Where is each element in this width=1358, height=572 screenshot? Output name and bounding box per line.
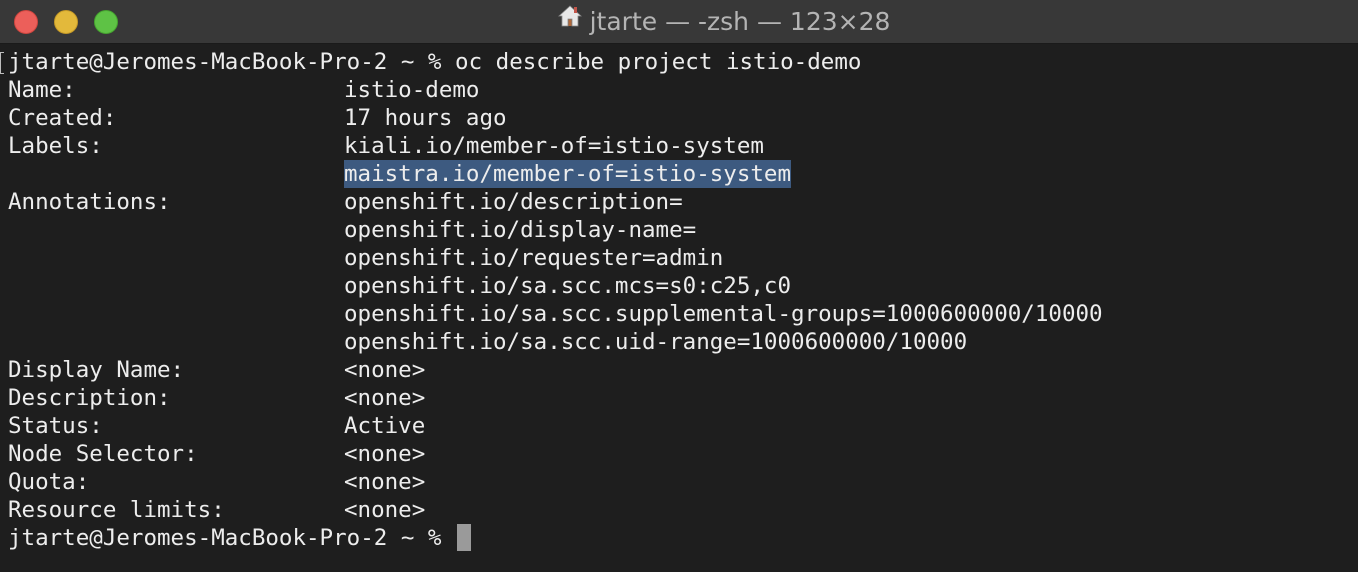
field-label: Labels: xyxy=(8,133,103,159)
output-line: Description: <none> xyxy=(8,384,425,412)
output-line: Status: Active xyxy=(8,412,425,440)
title-bar[interactable]: jtarte — -zsh — 123×28 xyxy=(0,0,1358,44)
field-label: Display Name: xyxy=(8,357,185,383)
field-label: Resource limits: xyxy=(8,497,225,523)
output-line: Quota: <none> xyxy=(8,468,425,496)
field-label: Description: xyxy=(8,385,171,411)
field-label: Quota: xyxy=(8,469,90,495)
terminal-window: jtarte — -zsh — 123×28 jtarte@Jeromes-Ma… xyxy=(0,0,1358,572)
field-label: Name: xyxy=(8,77,76,103)
command-line: jtarte@Jeromes-MacBook-Pro-2 ~ % oc desc… xyxy=(8,48,861,76)
output-line: Created: 17 hours ago xyxy=(8,104,507,132)
prompt-text: jtarte@Jeromes-MacBook-Pro-2 ~ % xyxy=(8,525,456,551)
field-label: Annotations: xyxy=(8,189,171,215)
mark-bracket xyxy=(0,52,4,74)
output-line: Display Name: <none> xyxy=(8,356,425,384)
field-label: Created: xyxy=(8,105,117,131)
field-value[interactable]: 17 hours ago xyxy=(344,104,507,132)
field-value[interactable]: openshift.io/sa.scc.supplemental-groups=… xyxy=(344,300,1103,328)
window-title-container: jtarte — -zsh — 123×28 xyxy=(0,0,1358,44)
field-label: Node Selector: xyxy=(8,441,198,467)
output-line: Resource limits: <none> xyxy=(8,496,425,524)
output-line: Name: istio-demo xyxy=(8,76,479,104)
field-value[interactable]: Active xyxy=(344,412,425,440)
command-text: jtarte@Jeromes-MacBook-Pro-2 ~ % oc desc… xyxy=(8,49,862,75)
field-value[interactable]: <none> xyxy=(344,496,425,524)
field-value[interactable]: kiali.io/member-of=istio-system xyxy=(344,132,764,160)
field-label: Status: xyxy=(8,413,103,439)
selected-field-value[interactable]: maistra.io/member-of=istio-system xyxy=(344,160,792,188)
output-line: Annotations: openshift.io/description= xyxy=(8,188,683,216)
field-value[interactable]: openshift.io/description= xyxy=(344,188,683,216)
text-cursor xyxy=(457,524,472,551)
terminal-content[interactable]: jtarte@Jeromes-MacBook-Pro-2 ~ % oc desc… xyxy=(0,48,1358,572)
field-value[interactable]: istio-demo xyxy=(344,76,479,104)
window-title: jtarte — -zsh — 123×28 xyxy=(589,7,891,36)
output-line: Node Selector: <none> xyxy=(8,440,425,468)
field-value[interactable]: openshift.io/sa.scc.uid-range=1000600000… xyxy=(344,328,967,356)
prompt-line: jtarte@Jeromes-MacBook-Pro-2 ~ % xyxy=(8,524,472,552)
field-value[interactable]: <none> xyxy=(344,384,425,412)
output-line: Labels: kiali.io/member-of=istio-system xyxy=(8,132,764,160)
field-value[interactable]: <none> xyxy=(344,468,425,496)
field-value[interactable]: openshift.io/requester=admin xyxy=(344,244,723,272)
field-value[interactable]: <none> xyxy=(344,356,425,384)
home-icon xyxy=(557,0,582,42)
field-value[interactable]: openshift.io/display-name= xyxy=(344,216,696,244)
field-value[interactable]: openshift.io/sa.scc.mcs=s0:c25,c0 xyxy=(344,272,791,300)
field-value[interactable]: <none> xyxy=(344,440,425,468)
